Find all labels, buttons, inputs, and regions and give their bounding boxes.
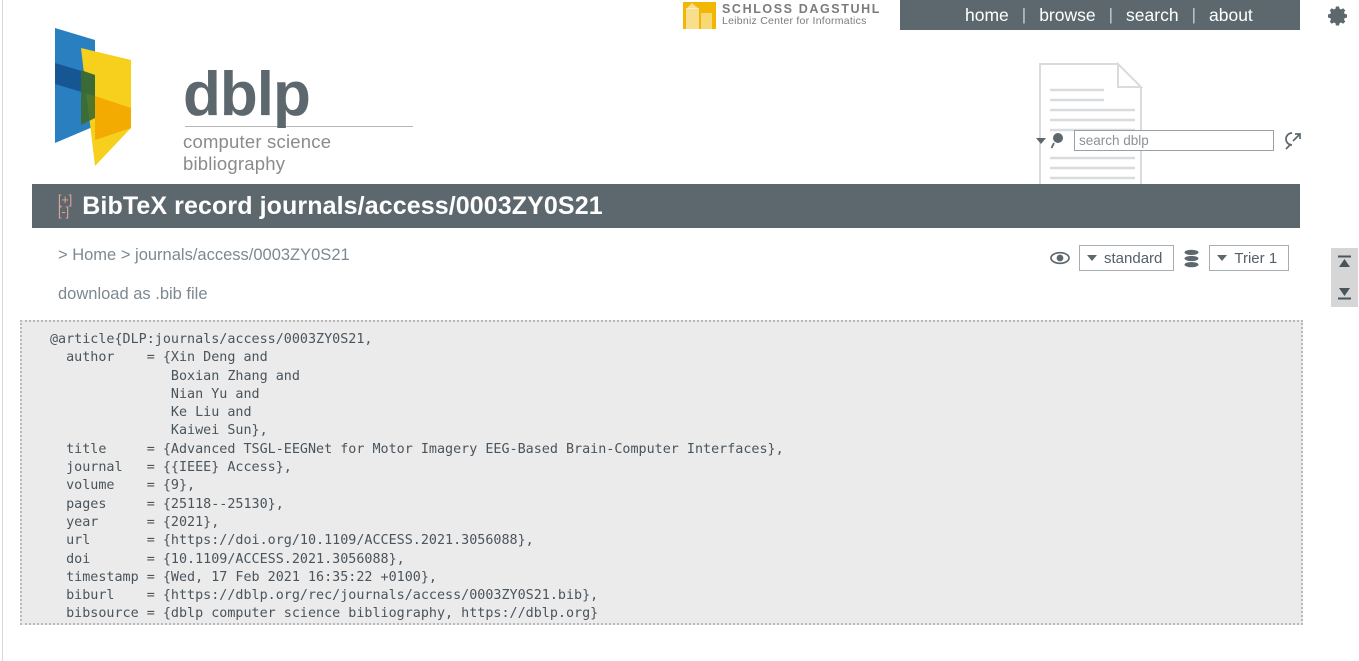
download-bib-link[interactable]: download as .bib file: [58, 285, 208, 304]
database-stack-icon[interactable]: [1183, 249, 1200, 268]
dblp-logo[interactable]: dblp computer science bibliography: [33, 18, 423, 174]
dagstuhl-subtitle: Leibniz Center for Informatics: [722, 15, 867, 28]
nav-item-browse[interactable]: browse: [1026, 0, 1108, 30]
download-bib-label[interactable]: download as .bib file: [58, 285, 208, 303]
mirror-value: Trier 1: [1234, 249, 1278, 267]
gear-icon: [1328, 6, 1347, 26]
dagstuhl-logo-text: SCHLOSS DAGSTUHL Leibniz Center for Info…: [722, 2, 881, 28]
expand-collapse-toggles: [+] [-]: [58, 193, 72, 219]
search-widget: [1036, 130, 1303, 151]
dagstuhl-logo[interactable]: SCHLOSS DAGSTUHL Leibniz Center for Info…: [683, 1, 881, 29]
mirror-select[interactable]: Trier 1: [1209, 245, 1290, 271]
scroll-to-bottom-icon[interactable]: [1336, 284, 1353, 301]
search-icon[interactable]: [1050, 131, 1070, 151]
dagstuhl-castle-icon: [683, 1, 716, 29]
view-format-select[interactable]: standard: [1079, 245, 1175, 271]
eye-icon[interactable]: [1050, 250, 1070, 266]
top-navigation-bar: home | browse | search | about: [900, 0, 1300, 30]
chevron-down-icon: [1087, 255, 1097, 261]
chevron-down-icon[interactable]: [1036, 137, 1046, 144]
bibtex-record-box[interactable]: @article{DLP:journals/access/0003ZY0S21,…: [20, 320, 1303, 625]
dblp-logo-mark: [55, 28, 131, 166]
nav-links: home | browse | search | about: [900, 0, 1266, 30]
search-options-icon[interactable]: [1283, 131, 1303, 151]
search-input[interactable]: [1074, 130, 1274, 151]
document-page-icon: [1039, 62, 1144, 191]
settings-button[interactable]: [1323, 2, 1353, 30]
dblp-tagline: computer science bibliography: [183, 131, 332, 175]
breadcrumb[interactable]: > Home > journals/access/0003ZY0S21: [58, 246, 350, 265]
page-title-bar: [+] [-] BibTeX record journals/access/00…: [32, 184, 1300, 228]
view-format-value: standard: [1104, 249, 1163, 267]
nav-item-about[interactable]: about: [1196, 0, 1266, 30]
chevron-down-icon: [1217, 255, 1228, 261]
nav-item-search[interactable]: search: [1113, 0, 1192, 30]
collapse-all-button[interactable]: [-]: [58, 206, 72, 219]
bibtex-record-text: @article{DLP:journals/access/0003ZY0S21,…: [50, 332, 784, 622]
scroll-nav-panel: [1331, 248, 1358, 307]
dblp-wordmark: dblp computer science bibliography: [183, 60, 423, 175]
dblp-bibtex-page: home | browse | search | about SCHLOSS D…: [0, 0, 1359, 661]
record-toolbar: standard Trier 1: [1050, 245, 1290, 271]
dblp-wordmark-text: dblp: [183, 60, 311, 129]
page-title: BibTeX record journals/access/0003ZY0S21: [82, 191, 603, 220]
nav-item-home[interactable]: home: [952, 0, 1022, 30]
scroll-to-top-icon[interactable]: [1336, 254, 1353, 271]
page-left-rule: [2, 0, 3, 661]
